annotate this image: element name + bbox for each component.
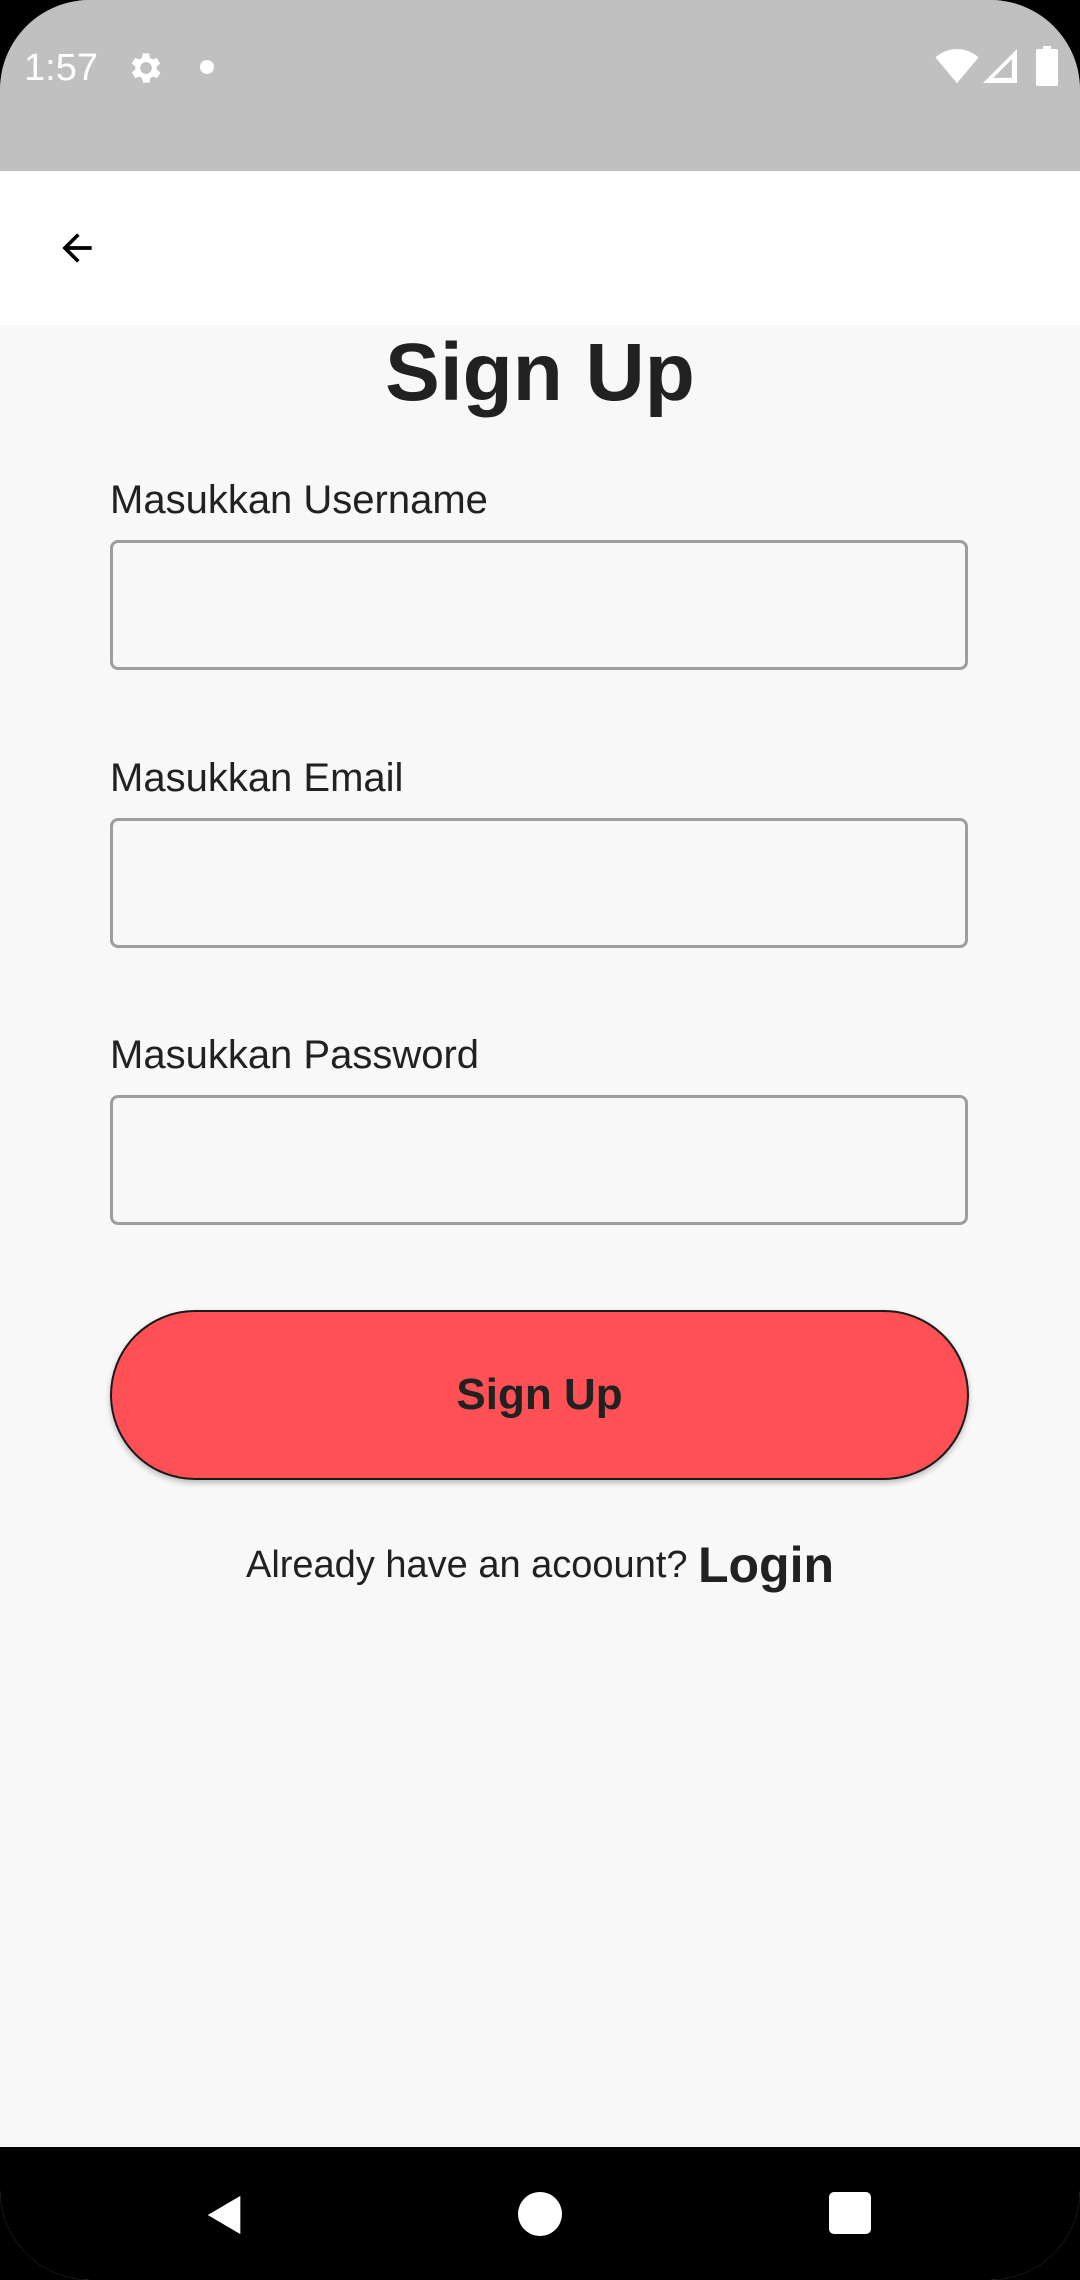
page-title: Sign Up	[385, 327, 695, 418]
login-link[interactable]: Login	[698, 1537, 834, 1593]
signal-icon	[983, 49, 1017, 83]
login-prompt-text: Already have an acoount?	[245, 1544, 688, 1586]
username-label: Masukkan Username	[110, 478, 488, 522]
back-triangle-icon[interactable]	[202, 2192, 248, 2238]
battery-icon	[1036, 46, 1058, 86]
sign-up-button[interactable]: Sign Up	[110, 1310, 969, 1480]
wifi-icon	[935, 49, 979, 84]
notification-dot-icon	[200, 60, 214, 74]
login-prompt-row: Already have an acoount? Login	[0, 1535, 1080, 1595]
email-label: Masukkan Email	[110, 756, 404, 800]
gear-icon	[131, 53, 161, 83]
app-bar	[0, 171, 1080, 325]
status-bar: 1:57	[0, 0, 1080, 171]
status-time: 1:57	[24, 47, 98, 89]
arrow-left-icon	[62, 233, 92, 263]
navigation-bar	[0, 2147, 1080, 2280]
phone-screen: 1:57 Sign Up Masukkan Username Masukkan …	[0, 0, 1080, 2280]
password-label: Masukkan Password	[110, 1033, 480, 1077]
back-button[interactable]	[40, 211, 114, 285]
password-field[interactable]	[110, 1095, 968, 1225]
email-field[interactable]	[110, 818, 968, 948]
recents-square-icon[interactable]	[829, 2192, 871, 2234]
home-circle-icon[interactable]	[518, 2192, 562, 2236]
username-field[interactable]	[110, 540, 968, 670]
